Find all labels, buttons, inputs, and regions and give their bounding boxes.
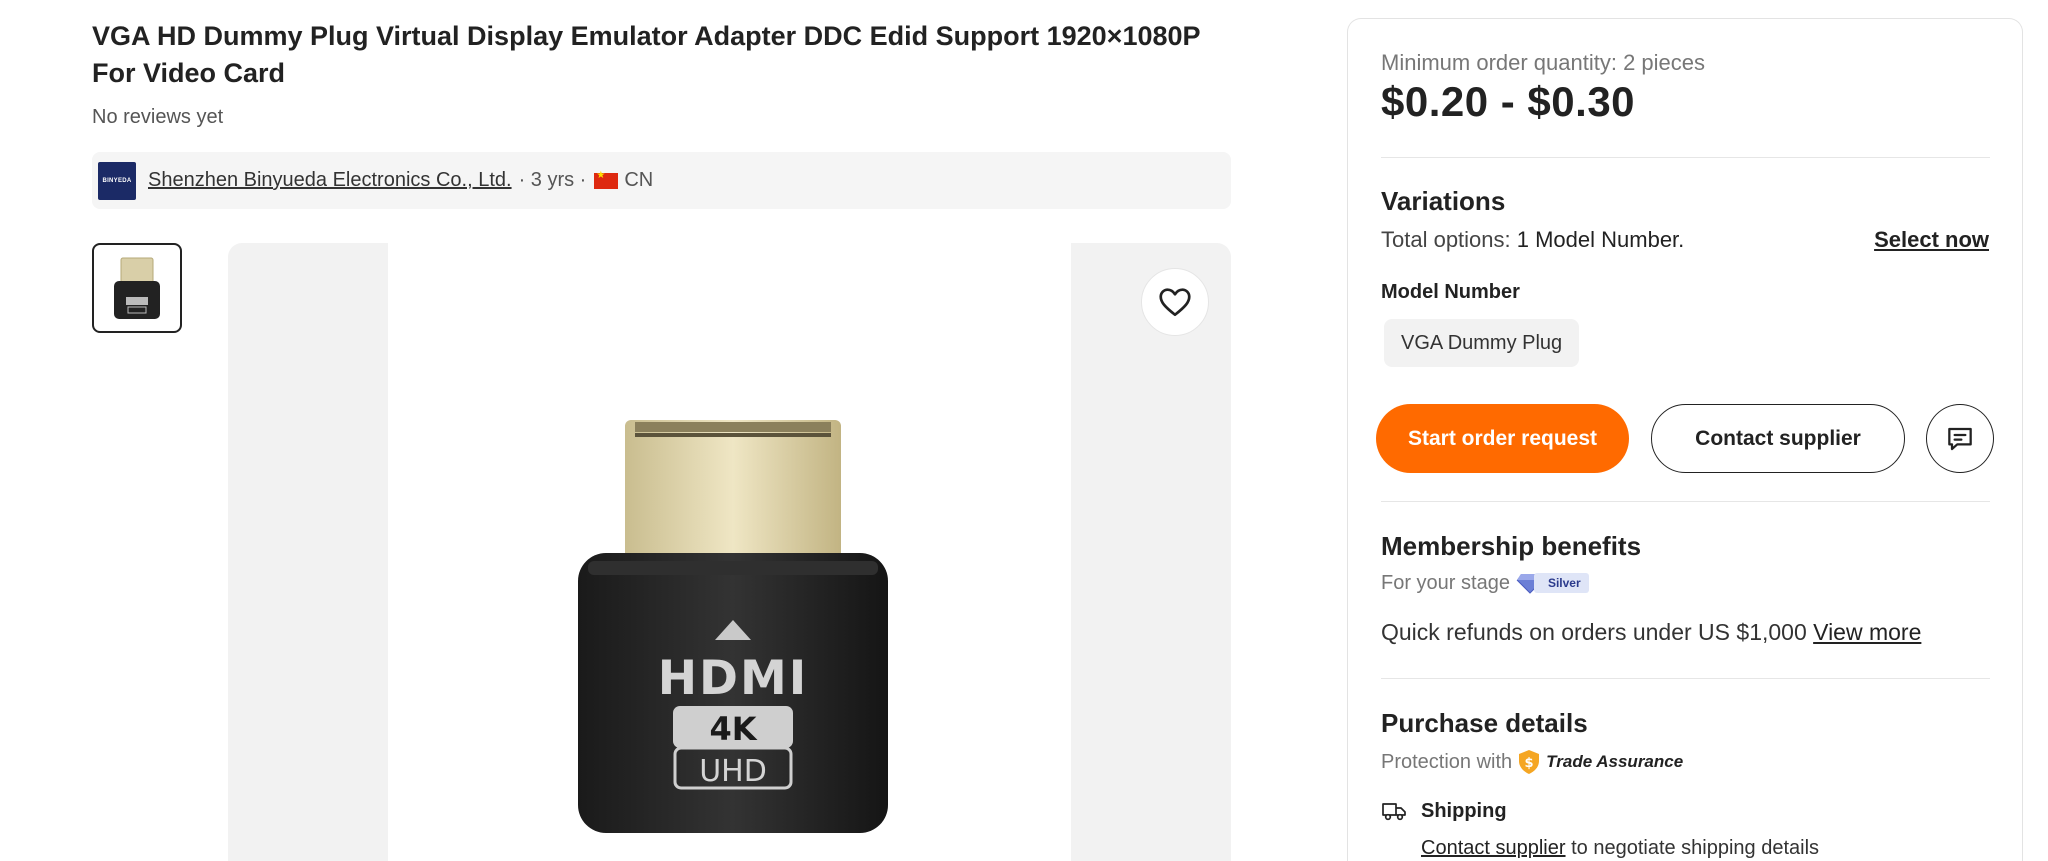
supplier-bar: BINYEDA Shenzhen Binyueda Electronics Co… [92,152,1231,209]
favorite-button[interactable] [1141,268,1209,336]
start-order-button[interactable]: Start order request [1376,404,1629,473]
reviews-summary: No reviews yet [92,106,224,128]
shipping-row: Shipping [1381,799,1507,823]
main-product-image[interactable]: HDMI 4K UHD [228,243,1231,861]
gallery-thumbnail[interactable] [92,243,182,333]
variations-total: Total options: 1 Model Number. [1381,227,1684,253]
shipping-contact-supplier-link[interactable]: Contact supplier [1421,837,1566,859]
refund-text: Quick refunds on orders under US $1,000 [1381,619,1814,645]
model-number-label: Model Number [1381,281,1520,303]
product-title: VGA HD Dummy Plug Virtual Display Emulat… [92,21,1201,88]
variations-total-label: Total options: [1381,227,1511,252]
supplier-logo[interactable]: BINYEDA [98,161,136,200]
model-option-chip[interactable]: VGA Dummy Plug [1384,319,1580,367]
svg-text:$: $ [1525,756,1534,771]
divider [1381,501,1990,502]
stage-label: For your stage [1381,571,1510,594]
view-more-link[interactable]: View more [1813,619,1921,645]
hdmi-label: HDMI [658,651,809,706]
protection-label: Protection with [1381,750,1513,773]
badge-4k-text: 4K [709,710,757,748]
heart-icon [1159,288,1191,317]
divider [1381,157,1990,158]
supplier-logo-text: BINYEDA [102,177,132,184]
select-now-link[interactable]: Select now [1874,227,1989,253]
membership-stage: For your stage Silver [1381,571,1589,595]
badge-uhd-text: UHD [699,754,767,789]
chat-icon [1948,427,1972,450]
purchase-details-heading: Purchase details [1381,708,1588,738]
variations-total-value: 1 Model Number. [1510,227,1685,252]
shipping-note: Contact supplier to negotiate shipping d… [1421,837,1819,860]
min-order-quantity: Minimum order quantity: 2 pieces [1381,50,1706,75]
trade-assurance-row: Protection with $ Trade Assurance [1381,749,1683,775]
truck-icon [1382,803,1406,821]
shipping-note-text: to negotiate shipping details [1565,837,1820,859]
thumbnail-plug-image [114,257,160,319]
variations-heading: Variations [1381,186,1506,216]
membership-heading: Membership benefits [1381,531,1642,561]
contact-supplier-button[interactable]: Contact supplier [1651,404,1905,473]
price-range: $0.20 - $0.30 [1381,78,1636,125]
chat-button[interactable] [1926,404,1994,473]
china-flag-icon [594,170,619,189]
divider [1381,678,1990,679]
silver-badge-label: Silver [1533,573,1589,593]
shipping-label: Shipping [1421,799,1507,822]
supplier-name-link[interactable]: Shenzhen Binyueda Electronics Co., Ltd. [148,169,512,192]
purchase-panel: Minimum order quantity: 2 pieces $0.20 -… [1347,18,2023,861]
supplier-country: CN [624,169,654,191]
supplier-years: · 3 yrs · [518,169,587,191]
shield-dollar-icon: $ [1519,750,1540,774]
trade-assurance-label[interactable]: Trade Assurance [1546,752,1683,772]
hdmi-dummy-plug-image: HDMI 4K UHD [578,420,888,833]
refund-info: Quick refunds on orders under US $1,000 … [1381,619,1921,646]
silver-badge: Silver [1516,571,1589,595]
